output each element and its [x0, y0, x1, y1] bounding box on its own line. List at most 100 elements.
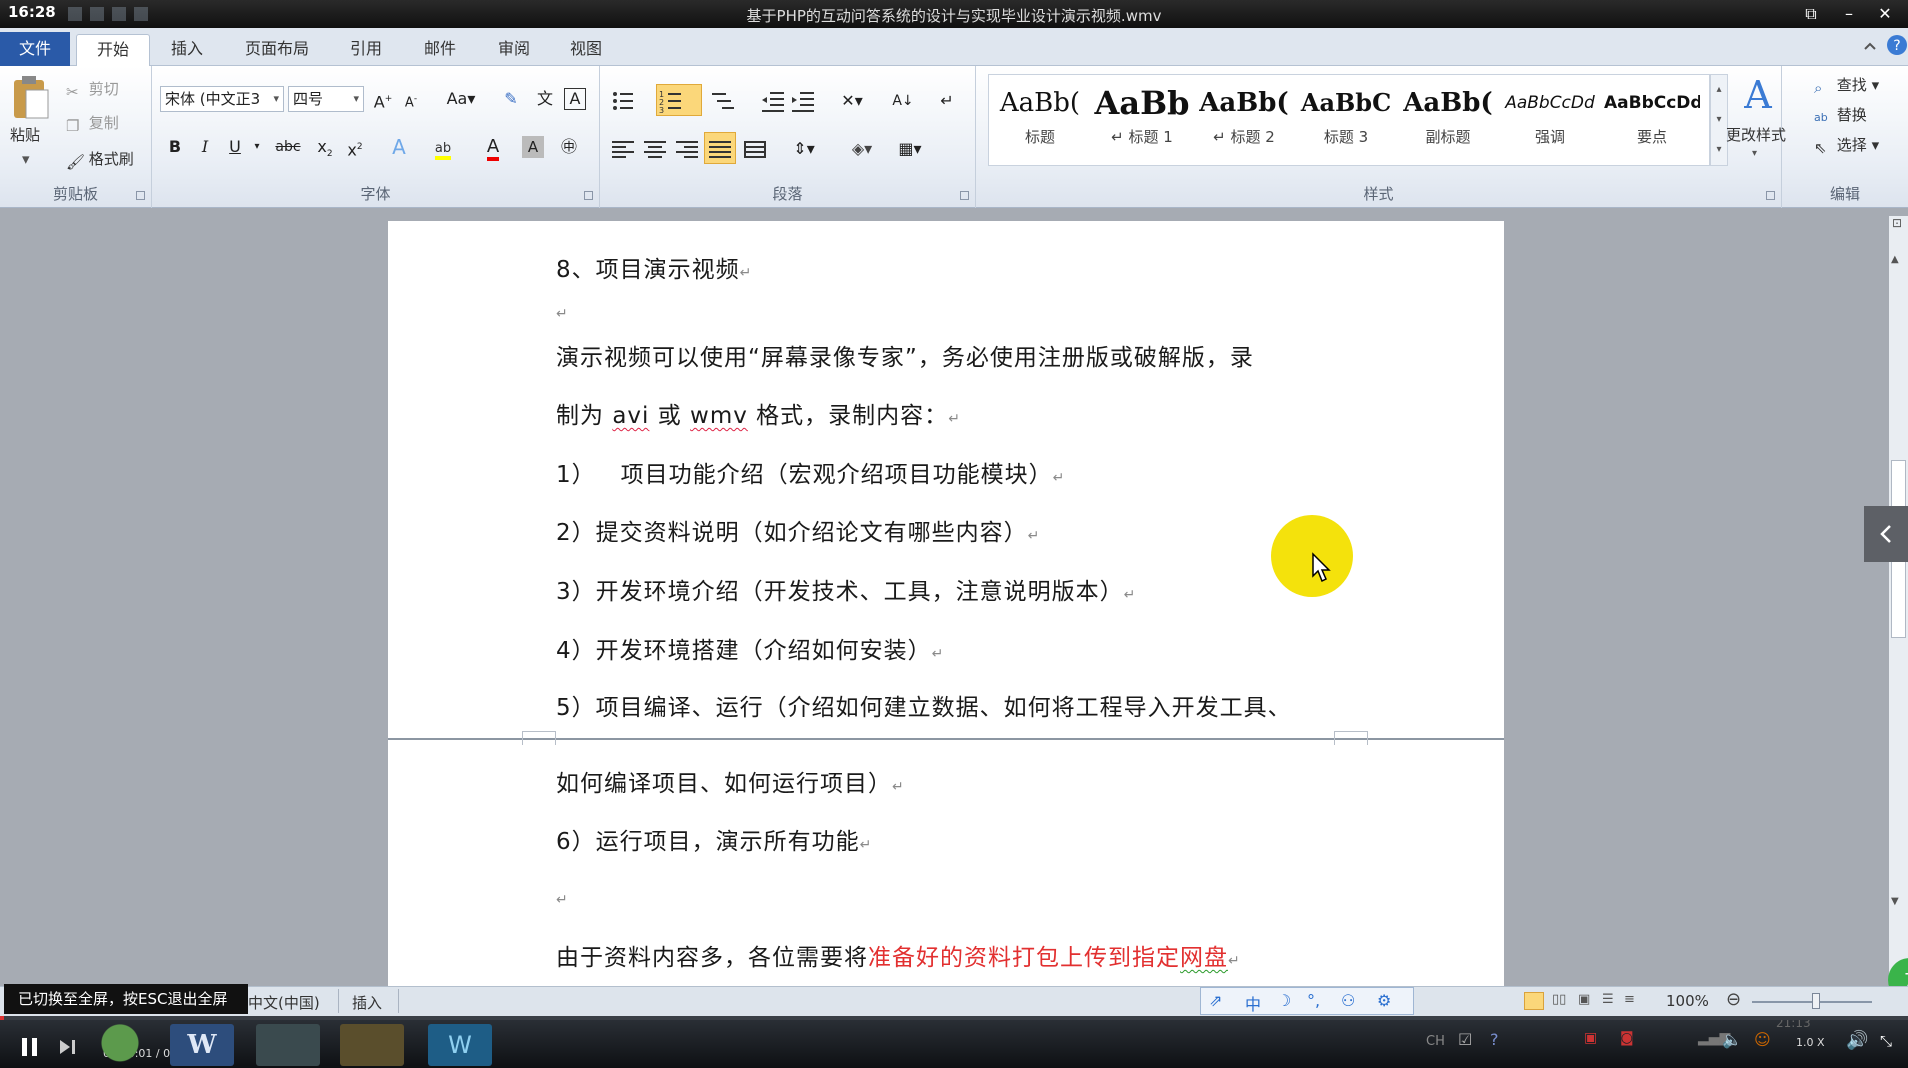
language-indicator[interactable]: 中文(中国) — [248, 992, 320, 1013]
web-layout-icon[interactable]: ▣ — [1578, 992, 1590, 1007]
user-icon[interactable]: ⚇ — [1341, 991, 1355, 1010]
help-icon[interactable]: ? — [1886, 34, 1908, 56]
cut-button[interactable]: ✂ 剪切 — [66, 78, 119, 101]
grow-font-icon[interactable]: A+ — [370, 86, 396, 112]
taskbar-app-icon[interactable] — [256, 1024, 320, 1066]
borders-icon[interactable]: ▦▾ — [892, 136, 928, 162]
bullets-icon[interactable] — [610, 88, 636, 114]
style-title[interactable]: AaBb(标题 — [992, 80, 1088, 160]
doc-line-1[interactable]: 8、项目演示视频↵ — [556, 250, 752, 284]
style-heading-1[interactable]: AaBb ↵ 标题 1 — [1094, 80, 1190, 160]
doc-line-3[interactable]: 演示视频可以使用“屏幕录像专家”，务必使用注册版或破解版，录 — [556, 338, 1254, 372]
align-right-icon[interactable] — [674, 136, 700, 162]
italic-icon[interactable]: I — [192, 134, 218, 160]
format-painter-button[interactable]: 🖌 格式刷 — [66, 148, 134, 171]
style-subtitle[interactable]: AaBb(副标题 — [1400, 80, 1496, 160]
ime-chinese-mode[interactable]: 中 — [1245, 991, 1261, 1015]
draft-view-icon[interactable]: ≡ — [1624, 992, 1635, 1007]
taskbar-folder-icon[interactable] — [340, 1024, 404, 1066]
tray-icon[interactable]: ◙ — [1620, 1030, 1634, 1046]
doc-line-8[interactable]: 4）开发环境搭建（介绍如何安装）↵ — [556, 631, 944, 665]
scroll-down-icon[interactable]: ▼ — [1891, 896, 1899, 907]
video-progress-bar[interactable] — [0, 1016, 1908, 1020]
exit-fullscreen-icon[interactable]: ⤡ — [1880, 1032, 1892, 1050]
zoom-level[interactable]: 100% — [1666, 992, 1709, 1010]
bold-icon[interactable]: B — [162, 134, 188, 160]
line-spacing-icon[interactable]: ⇕▾ — [786, 136, 822, 162]
shrink-font-icon[interactable]: A- — [398, 86, 424, 112]
next-frame-icon[interactable] — [58, 1038, 78, 1056]
char-shading-icon[interactable]: A — [522, 136, 544, 158]
restore-icon[interactable]: ⧉ — [1796, 2, 1826, 26]
print-layout-icon[interactable] — [1524, 992, 1544, 1010]
font-color-icon[interactable]: A — [480, 134, 506, 161]
taskbar-app-icon[interactable] — [88, 1024, 152, 1066]
close-icon[interactable]: ✕ — [1870, 2, 1900, 26]
styles-launcher-icon[interactable] — [1766, 191, 1775, 200]
style-emphasis[interactable]: AaBbCcDd 强调 — [1502, 80, 1598, 160]
tray-icon[interactable]: ▣ — [1584, 1030, 1597, 1046]
tray-language[interactable]: CH — [1426, 1034, 1445, 1049]
style-heading-2[interactable]: AaBb(↵ 标题 2 — [1196, 80, 1292, 160]
zoom-out-icon[interactable]: ⊖ — [1726, 989, 1741, 1010]
tab-review[interactable]: 审阅 — [484, 34, 544, 66]
style-gallery-scroll[interactable]: ▴ ▾ ▾ — [1710, 74, 1728, 166]
clipboard-launcher-icon[interactable] — [136, 191, 145, 200]
paste-icon[interactable] — [10, 74, 50, 122]
doc-line-13[interactable]: 由于资料内容多，各位需要将准备好的资料打包上传到指定网盘↵ — [556, 938, 1241, 972]
align-left-icon[interactable] — [610, 136, 636, 162]
style-heading-3[interactable]: AaBbC 标题 3 — [1298, 80, 1394, 160]
tab-references[interactable]: 引用 — [336, 34, 396, 66]
highlight-icon[interactable]: ab — [430, 134, 456, 160]
tray-checkbox-icon[interactable]: ☑ — [1458, 1030, 1472, 1049]
char-border-icon[interactable]: A — [564, 88, 586, 110]
superscript-icon[interactable]: x2 — [342, 134, 368, 160]
volume-icon[interactable]: 🔈 — [1722, 1030, 1742, 1049]
strikethrough-icon[interactable]: abc — [270, 134, 306, 160]
outline-view-icon[interactable]: ☰ — [1602, 992, 1614, 1007]
replace-button[interactable]: ab 替换 — [1814, 104, 1867, 126]
taskbar-app-icon[interactable]: W — [428, 1024, 492, 1066]
minimize-icon[interactable]: – — [1834, 2, 1864, 26]
enclose-char-icon[interactable]: ㊥ — [556, 134, 582, 160]
sort-icon[interactable]: A↓ — [890, 88, 916, 114]
zoom-slider-thumb[interactable] — [1812, 993, 1820, 1009]
increase-indent-icon[interactable] — [790, 88, 816, 114]
insert-mode-indicator[interactable]: 插入 — [352, 992, 382, 1013]
tab-home[interactable]: 开始 — [76, 34, 150, 66]
doc-line-12[interactable]: ↵ — [556, 884, 569, 910]
tray-help-icon[interactable]: ? — [1490, 1030, 1499, 1049]
doc-line-6[interactable]: 2）提交资料说明（如介绍论文有哪些内容）↵ — [556, 513, 1040, 547]
doc-line-9[interactable]: 5）项目编译、运行（介绍如何建立数据、如何将工程导入开发工具、 — [556, 688, 1292, 722]
copy-button[interactable]: ❐ 复制 — [66, 112, 119, 135]
ruler-toggle-icon[interactable]: ⊡ — [1892, 216, 1905, 238]
change-styles-dropdown-icon[interactable]: ▾ — [1752, 148, 1757, 159]
tray-qq-icon[interactable]: ☺ — [1754, 1030, 1771, 1049]
chinese-layout-icon[interactable]: ✕▾ — [834, 88, 870, 114]
font-size-combo[interactable]: 四号 — [288, 86, 364, 112]
subscript-icon[interactable]: x2 — [312, 134, 338, 160]
decrease-indent-icon[interactable] — [760, 88, 786, 114]
text-effects-icon[interactable]: A — [386, 134, 412, 160]
doc-line-5[interactable]: 1） 项目功能介绍（宏观介绍项目功能模块）↵ — [556, 455, 1065, 489]
doc-line-7[interactable]: 3）开发环境介绍（开发技术、工具，注意说明版本）↵ — [556, 572, 1136, 606]
clear-format-icon[interactable]: ✎ — [498, 86, 524, 112]
pause-icon[interactable] — [20, 1036, 40, 1058]
shading-icon[interactable]: ◈▾ — [844, 136, 880, 162]
scroll-up-icon[interactable]: ▲ — [1891, 254, 1899, 265]
font-launcher-icon[interactable] — [584, 191, 593, 200]
align-center-icon[interactable] — [642, 136, 668, 162]
taskbar-word-icon[interactable]: W — [170, 1024, 234, 1066]
multilevel-list-icon[interactable] — [710, 88, 736, 114]
gear-icon[interactable]: ⚙ — [1377, 991, 1391, 1010]
paragraph-launcher-icon[interactable] — [960, 191, 969, 200]
doc-line-10[interactable]: 如何编译项目、如何运行项目）↵ — [556, 764, 905, 798]
tab-mailings[interactable]: 邮件 — [410, 34, 470, 66]
change-styles-icon[interactable]: A — [1738, 74, 1778, 114]
style-strong[interactable]: AaBbCcDd 要点 — [1604, 80, 1700, 160]
font-name-combo[interactable]: 宋体 (中文正3 — [160, 86, 284, 112]
playback-speed[interactable]: 1.0 X — [1796, 1036, 1825, 1049]
doc-line-2[interactable]: ↵ — [556, 298, 569, 324]
collapse-ribbon-icon[interactable] — [1862, 38, 1878, 54]
doc-line-11[interactable]: 6）运行项目，演示所有功能↵ — [556, 822, 872, 856]
